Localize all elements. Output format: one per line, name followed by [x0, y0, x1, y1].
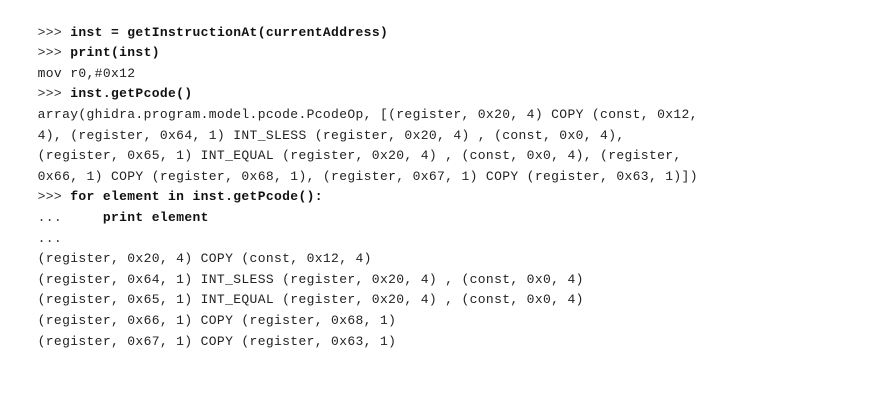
- console-output-text: array(ghidra.program.model.pcode.PcodeOp…: [37, 106, 698, 122]
- console-input-text: print(inst): [70, 45, 160, 61]
- console-output-text: (register, 0x65, 1) INT_EQUAL (register,…: [37, 148, 682, 164]
- console-output-text: 0x66, 1) COPY (register, 0x68, 1), (regi…: [37, 168, 698, 184]
- console-prompt: >>>: [37, 86, 71, 102]
- console-line-input: >>> inst.getPcode(): [5, 64, 877, 101]
- console-input-text: print element: [102, 209, 209, 225]
- console-output-text: mov r0,#0x12: [37, 65, 136, 81]
- console-input-text: inst = getInstructionAt(currentAddress): [70, 24, 389, 40]
- console-continuation-prompt: ...: [37, 209, 103, 225]
- console-prompt: >>>: [37, 24, 71, 40]
- console-line-output: (register, 0x20, 4) COPY (const, 0x12, 4…: [5, 229, 877, 266]
- console-output-text: 4), (register, 0x64, 1) INT_SLESS (regis…: [37, 127, 625, 143]
- console-input-text: for element in inst.getPcode():: [70, 189, 323, 205]
- python-console[interactable]: >>> inst = getInstructionAt(currentAddre…: [0, 0, 877, 420]
- console-output-text: (register, 0x65, 1) INT_EQUAL (register,…: [37, 292, 584, 308]
- console-output-text: (register, 0x67, 1) COPY (register, 0x63…: [37, 333, 397, 349]
- console-output-text: (register, 0x20, 4) COPY (const, 0x12, 4…: [37, 251, 372, 267]
- console-prompt: >>>: [37, 189, 71, 205]
- console-line-input: >>> inst = getInstructionAt(currentAddre…: [5, 2, 877, 40]
- console-input-text: inst.getPcode(): [70, 86, 193, 102]
- console-prompt: >>>: [37, 45, 71, 61]
- console-output-text: (register, 0x66, 1) COPY (register, 0x68…: [37, 312, 397, 328]
- console-output-text: (register, 0x64, 1) INT_SLESS (register,…: [37, 271, 584, 287]
- console-continuation-prompt: ...: [37, 230, 63, 246]
